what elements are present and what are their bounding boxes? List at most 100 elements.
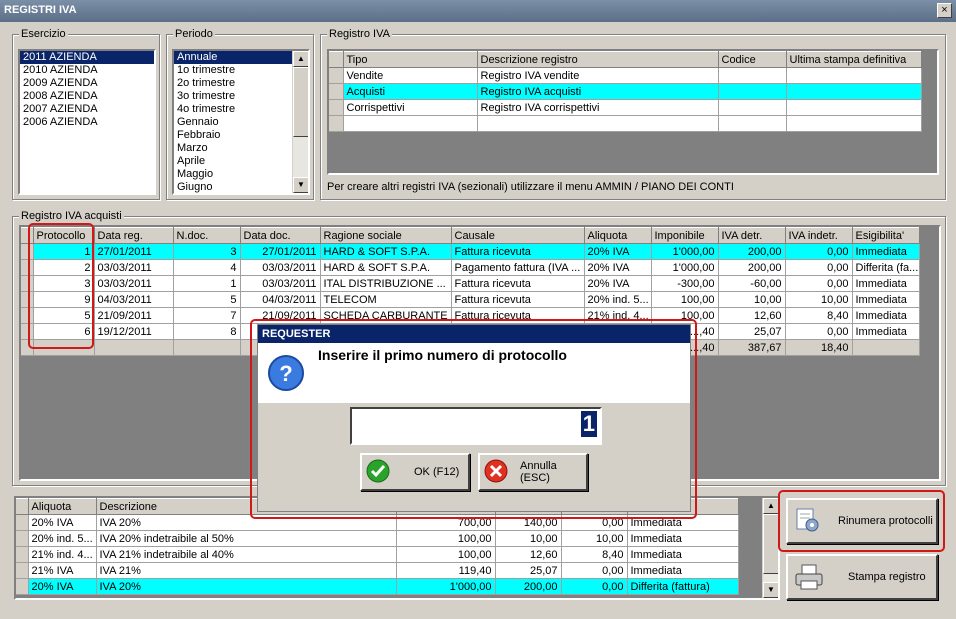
esercizio-group: Esercizio 2011 AZIENDA 2010 AZIENDA 2009 A…: [12, 28, 160, 200]
scroll-up-icon[interactable]: ▲: [763, 498, 778, 514]
table-cell: 20% ind. 5...: [28, 530, 97, 547]
table-row[interactable]: Corrispettivi Registro IVA corrispettivi: [329, 99, 922, 116]
scroll-down-icon[interactable]: ▼: [293, 177, 308, 193]
list-item[interactable]: 1o trimestre: [174, 64, 308, 77]
gear-document-icon: [794, 507, 822, 535]
column-header[interactable]: Imponibile: [651, 227, 719, 244]
table-cell: 200,00: [718, 259, 786, 276]
registro-grid[interactable]: Tipo Descrizione registro Codice Ultima sta…: [327, 49, 939, 175]
scroll-thumb[interactable]: [763, 514, 778, 574]
riepilogo-scrollbar[interactable]: ▲ ▼: [762, 498, 778, 598]
list-item[interactable]: Annuale: [174, 51, 308, 64]
table-cell: 8,40: [785, 307, 853, 324]
total-cell: [852, 339, 920, 356]
table-cell: 4: [173, 259, 241, 276]
scroll-up-icon[interactable]: ▲: [293, 51, 308, 67]
column-header[interactable]: Esigibilita': [852, 227, 920, 244]
list-item[interactable]: Maggio: [174, 168, 308, 181]
list-item[interactable]: Aprile: [174, 155, 308, 168]
periodo-list[interactable]: Annuale 1o trimestre 2o trimestre 3o trimes…: [172, 49, 310, 195]
column-header[interactable]: IVA indetr.: [785, 227, 853, 244]
table-cell: 100,00: [651, 291, 719, 308]
periodo-scrollbar[interactable]: ▲ ▼: [292, 51, 308, 193]
row-indicator: [329, 51, 344, 68]
table-cell: Immediata: [852, 275, 920, 292]
table-cell: IVA 20%: [96, 578, 397, 595]
list-item[interactable]: 3o trimestre: [174, 90, 308, 103]
row-indicator: [16, 498, 29, 515]
table-row[interactable]: 1 27/01/2011 3 27/01/2011 HARD & SOFT S.P.A.…: [21, 243, 920, 260]
row-indicator: [329, 115, 344, 132]
list-item[interactable]: Febbraio: [174, 129, 308, 142]
list-item[interactable]: Marzo: [174, 142, 308, 155]
printer-icon: [794, 563, 824, 591]
list-item[interactable]: 2009 AZIENDA: [20, 77, 154, 90]
column-header[interactable]: Data reg.: [94, 227, 174, 244]
table-row[interactable]: 21% IVA IVA 21% 119,40 25,07 0,00 Immediata: [16, 562, 739, 579]
table-row[interactable]: 20% ind. 5... IVA 20% indetraibile al 50%…: [16, 530, 739, 547]
table-row[interactable]: 3 03/03/2011 1 03/03/2011 ITAL DISTRIBUZIONE…: [21, 275, 920, 292]
table-cell: Fattura ricevuta: [451, 275, 585, 292]
table-row[interactable]: [329, 115, 922, 132]
list-item[interactable]: 2o trimestre: [174, 77, 308, 90]
table-row[interactable]: Acquisti Registro IVA acquisti: [329, 83, 922, 100]
list-item[interactable]: 2007 AZIENDA: [20, 103, 154, 116]
table-cell: Corrispettivi: [343, 99, 478, 116]
table-cell: [718, 99, 787, 116]
list-item[interactable]: 2006 AZIENDA: [20, 116, 154, 129]
column-header[interactable]: Aliquota: [28, 498, 97, 515]
rinumera-protocolli-button[interactable]: Rinumera protocolli: [786, 498, 938, 544]
column-header[interactable]: Ragione sociale: [320, 227, 452, 244]
column-header[interactable]: Codice: [718, 51, 787, 68]
list-item[interactable]: 2008 AZIENDA: [20, 90, 154, 103]
ok-button[interactable]: OK (F12): [360, 453, 470, 491]
table-cell: 25,07: [495, 562, 562, 579]
table-cell: [786, 99, 922, 116]
column-header[interactable]: Descrizione registro: [477, 51, 719, 68]
list-item[interactable]: 2011 AZIENDA: [20, 51, 154, 64]
column-header[interactable]: Ultima stampa definitiva: [786, 51, 922, 68]
list-item[interactable]: 2010 AZIENDA: [20, 64, 154, 77]
table-cell: 10,00: [718, 291, 786, 308]
table-cell: IVA 20% indetraibile al 50%: [96, 530, 397, 547]
table-cell: Immediata: [852, 323, 920, 340]
question-icon: ?: [266, 353, 306, 396]
table-row[interactable]: 21% ind. 4... IVA 21% indetraibile al 40%…: [16, 546, 739, 563]
table-cell: 10,00: [561, 530, 628, 547]
table-row[interactable]: 20% IVA IVA 20% 1'000,00 200,00 0,00 Differit…: [16, 578, 739, 595]
scroll-thumb[interactable]: [293, 67, 308, 137]
registro-label: Registro IVA: [327, 28, 392, 40]
column-header[interactable]: Causale: [451, 227, 585, 244]
protocollo-input[interactable]: 1: [350, 407, 602, 445]
list-item[interactable]: 4o trimestre: [174, 103, 308, 116]
close-button[interactable]: ×: [937, 3, 952, 18]
table-cell: Immediata: [627, 562, 739, 579]
table-cell: 04/03/2011: [240, 291, 321, 308]
scroll-down-icon[interactable]: ▼: [763, 582, 778, 598]
table-cell: 21% IVA: [28, 562, 97, 579]
table-cell: [343, 115, 478, 132]
list-item[interactable]: Gennaio: [174, 116, 308, 129]
column-header[interactable]: N.doc.: [173, 227, 241, 244]
list-item[interactable]: Giugno: [174, 181, 308, 193]
column-header[interactable]: Data doc.: [240, 227, 321, 244]
table-cell: Registro IVA corrispettivi: [477, 99, 719, 116]
table-row[interactable]: Vendite Registro IVA vendite: [329, 67, 922, 84]
column-header[interactable]: IVA detr.: [718, 227, 786, 244]
table-cell: 8,40: [561, 546, 628, 563]
column-header[interactable]: Tipo: [343, 51, 478, 68]
rinumera-label: Rinumera protocolli: [838, 515, 933, 527]
column-header[interactable]: Aliquota: [584, 227, 652, 244]
table-cell: 20% IVA: [28, 578, 97, 595]
table-cell: 21/09/2011: [94, 307, 174, 324]
table-cell: Differita (fa...: [852, 259, 920, 276]
annulla-button[interactable]: Annulla (ESC): [478, 453, 588, 491]
table-row[interactable]: 9 04/03/2011 5 04/03/2011 TELECOM Fattura ric…: [21, 291, 920, 308]
esercizio-list[interactable]: 2011 AZIENDA 2010 AZIENDA 2009 AZIENDA 2008…: [18, 49, 156, 195]
table-row[interactable]: 2 03/03/2011 4 03/03/2011 HARD & SOFT S.P.A.…: [21, 259, 920, 276]
table-cell: 03/03/2011: [240, 259, 321, 276]
table-cell: ITAL DISTRIBUZIONE ...: [320, 275, 452, 292]
table-cell: 7: [173, 307, 241, 324]
stampa-registro-button[interactable]: Stampa registro: [786, 554, 938, 600]
cancel-icon: [484, 459, 508, 486]
